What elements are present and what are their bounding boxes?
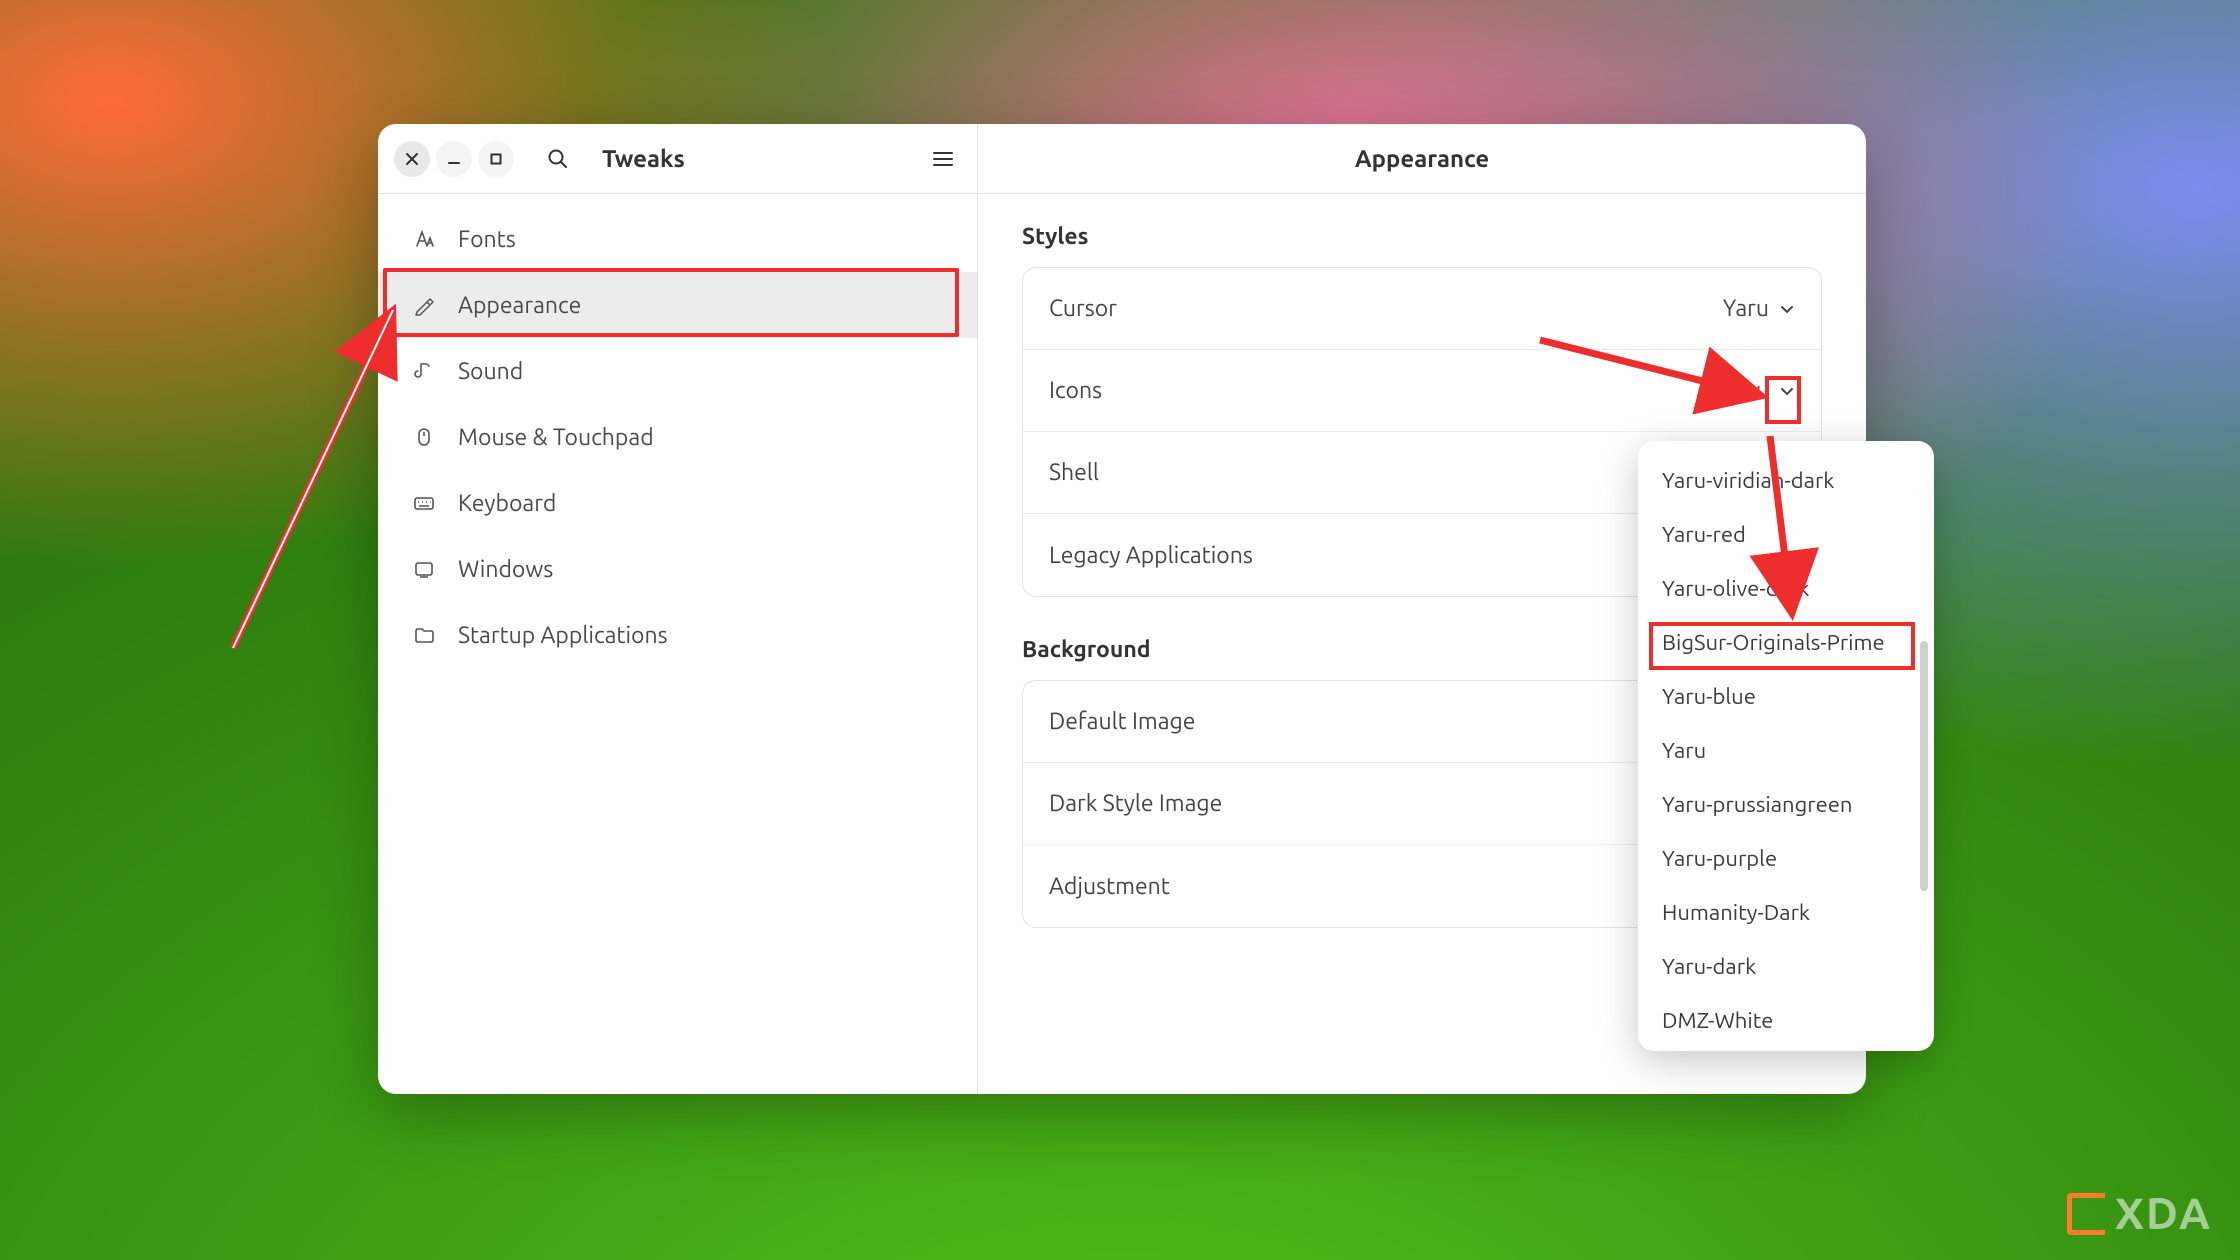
dropdown-item-label: Yaru-purple — [1662, 846, 1777, 871]
close-icon — [405, 152, 419, 166]
dropdown-item[interactable]: Yaru-red — [1638, 507, 1934, 561]
fonts-icon — [410, 228, 438, 250]
minimize-button[interactable] — [436, 141, 472, 177]
row-value-icons[interactable]: Yaru — [1723, 378, 1795, 403]
row-label: Icons — [1049, 378, 1102, 403]
search-icon — [547, 148, 569, 170]
row-value-cursor[interactable]: Yaru — [1723, 296, 1795, 321]
row-value-text: Yaru — [1723, 296, 1769, 321]
chevron-down-icon — [1779, 383, 1795, 399]
sidebar-item-label: Sound — [458, 359, 523, 384]
row-label: Cursor — [1049, 296, 1117, 321]
dropdown-item[interactable]: Yaru-blue — [1638, 669, 1934, 723]
sidebar-item-label: Startup Applications — [458, 623, 668, 648]
app-title: Tweaks — [602, 145, 685, 172]
search-button[interactable] — [540, 141, 576, 177]
watermark: XDA — [2067, 1189, 2212, 1238]
maximize-icon — [489, 152, 503, 166]
close-button[interactable] — [394, 141, 430, 177]
sidebar-item-keyboard[interactable]: Keyboard — [378, 470, 977, 536]
sidebar-headerbar: Tweaks — [378, 124, 977, 194]
sidebar-item-fonts[interactable]: Fonts — [378, 206, 977, 272]
dropdown-item-label: BigSur-Originals-Prime — [1662, 630, 1885, 655]
content-header: Appearance — [978, 124, 1866, 194]
appearance-icon — [410, 294, 438, 316]
dropdown-item[interactable]: Yaru-dark — [1638, 939, 1934, 993]
dropdown-item[interactable]: Humanity-Dark — [1638, 885, 1934, 939]
row-cursor[interactable]: Cursor Yaru — [1023, 268, 1821, 350]
watermark-bracket-icon — [2067, 1193, 2105, 1235]
dropdown-item[interactable]: BigSur-Originals-Prime — [1638, 615, 1934, 669]
dropdown-item-label: DMZ-White — [1662, 1008, 1773, 1033]
dropdown-item[interactable]: Yaru — [1638, 723, 1934, 777]
sidebar-item-appearance[interactable]: Appearance — [378, 272, 977, 338]
dropdown-item-label: Yaru-blue — [1662, 684, 1756, 709]
dropdown-item-label: Humanity-Dark — [1662, 900, 1810, 925]
icons-dropdown[interactable]: Yaru-viridian-dark Yaru-red Yaru-olive-d… — [1638, 441, 1934, 1051]
keyboard-icon — [410, 492, 438, 514]
dropdown-item-label: Yaru — [1662, 738, 1706, 763]
dropdown-item-label: Yaru-olive-dark — [1662, 576, 1809, 601]
dropdown-item-label: Yaru-red — [1662, 522, 1746, 547]
section-title-styles: Styles — [1022, 224, 1822, 249]
sidebar-item-label: Appearance — [458, 293, 581, 318]
windows-icon — [410, 558, 438, 580]
sidebar-item-mouse-touchpad[interactable]: Mouse & Touchpad — [378, 404, 977, 470]
row-label: Dark Style Image — [1049, 791, 1222, 816]
dropdown-item[interactable]: Yaru-viridian-dark — [1638, 453, 1934, 507]
maximize-button[interactable] — [478, 141, 514, 177]
sidebar-item-label: Keyboard — [458, 491, 556, 516]
row-label: Adjustment — [1049, 874, 1170, 899]
dropdown-item-label: Yaru-dark — [1662, 954, 1756, 979]
watermark-text: XDA — [2115, 1189, 2212, 1238]
minimize-icon — [447, 152, 461, 166]
row-value-text: Yaru — [1723, 378, 1769, 403]
hamburger-menu-button[interactable] — [925, 141, 961, 177]
dropdown-scrollbar[interactable] — [1920, 641, 1928, 891]
dropdown-item[interactable]: Yaru-purple — [1638, 831, 1934, 885]
sidebar-nav: Fonts Appearance Sound Mouse & Touchpad — [378, 194, 977, 680]
content-title: Appearance — [1355, 145, 1489, 172]
chevron-down-icon — [1779, 301, 1795, 317]
dropdown-item-label: Yaru-viridian-dark — [1662, 468, 1834, 493]
sound-icon — [410, 360, 438, 382]
sidebar-item-label: Mouse & Touchpad — [458, 425, 654, 450]
sidebar-item-sound[interactable]: Sound — [378, 338, 977, 404]
dropdown-item[interactable]: Yaru-olive-dark — [1638, 561, 1934, 615]
sidebar-item-windows[interactable]: Windows — [378, 536, 977, 602]
dropdown-item-label: Yaru-prussiangreen — [1662, 792, 1852, 817]
row-label: Legacy Applications — [1049, 543, 1253, 568]
hamburger-icon — [933, 151, 953, 167]
folder-icon — [410, 624, 438, 646]
row-label: Default Image — [1049, 709, 1195, 734]
row-label: Shell — [1049, 460, 1099, 485]
row-icons[interactable]: Icons Yaru — [1023, 350, 1821, 432]
sidebar-item-label: Fonts — [458, 227, 516, 252]
dropdown-item[interactable]: DMZ-White — [1638, 993, 1934, 1047]
mouse-icon — [410, 426, 438, 448]
dropdown-item[interactable]: Yaru-prussiangreen — [1638, 777, 1934, 831]
sidebar: Tweaks Fonts Appearance — [378, 124, 978, 1094]
sidebar-item-label: Windows — [458, 557, 553, 582]
sidebar-item-startup-applications[interactable]: Startup Applications — [378, 602, 977, 668]
